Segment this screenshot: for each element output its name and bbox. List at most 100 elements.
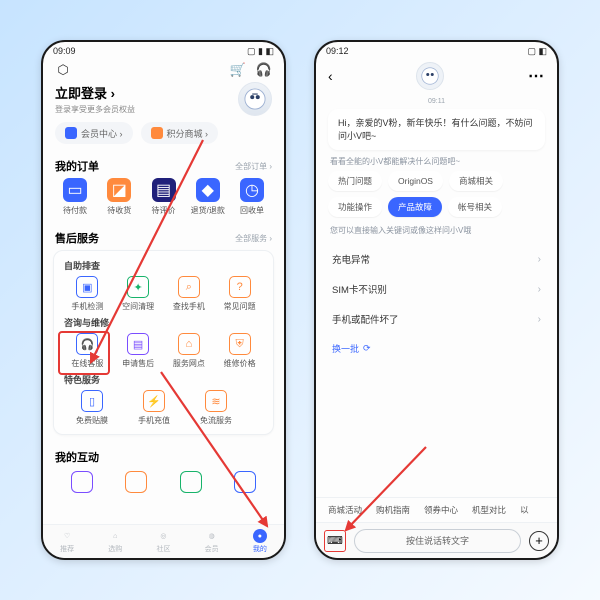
interact-item-4[interactable] xyxy=(234,471,256,493)
avatar[interactable] xyxy=(238,82,272,116)
pill-points-label: 积分商城 › xyxy=(167,127,209,140)
refresh-batch[interactable]: 换一批 ⟳ xyxy=(316,338,557,365)
interact-item-3[interactable] xyxy=(180,471,202,493)
orders-title: 我的订单 xyxy=(55,158,99,174)
self-check-detect[interactable]: ▣手机检测 xyxy=(63,276,111,312)
chip-mall[interactable]: 商城相关 xyxy=(449,171,503,191)
interact-item-1[interactable] xyxy=(71,471,93,493)
headset-support-icon: 🎧 xyxy=(76,333,98,355)
refund-icon: ◆ xyxy=(196,178,220,202)
tab-member[interactable]: ◍会员 xyxy=(205,529,219,554)
orders-item-review[interactable]: ▤待评价 xyxy=(144,178,184,216)
chat-timestamp: 09:11 xyxy=(316,98,557,105)
more-menu[interactable]: ⋯ xyxy=(528,66,545,86)
status-time: 09:09 xyxy=(53,46,76,56)
keyboard-icon: ⌨ xyxy=(327,534,343,547)
tab-bar: ♡推荐 ⌂选购 ◎社区 ◍会员 ●我的 xyxy=(43,524,284,558)
tab-community[interactable]: ◎社区 xyxy=(156,529,170,554)
tab-mine[interactable]: ●我的 xyxy=(253,529,267,554)
settings-hex-icon[interactable]: ⬡ xyxy=(55,62,71,78)
keyboard-toggle-button[interactable]: ⌨ xyxy=(324,530,346,552)
form-icon: ▤ xyxy=(127,333,149,355)
self-check-title: 自助排查 xyxy=(64,259,265,272)
topic-more[interactable]: 以 xyxy=(520,504,529,516)
phone-right: 09:12 ▢ ◧ ‹ ⋯ 09:11 Hi，亲爱的V粉，新年快乐！有什么问题，… xyxy=(314,40,559,560)
pill-member-center[interactable]: 会员中心 › xyxy=(55,122,133,144)
consult-online-service[interactable]: 🎧在线客服 xyxy=(63,333,111,369)
topic-activity[interactable]: 商城活动 xyxy=(328,504,362,516)
special-film[interactable]: ▯免费贴膜 xyxy=(68,390,116,426)
bot-avatar xyxy=(416,62,444,90)
interact-row xyxy=(43,469,284,497)
orders-item-pay[interactable]: ▭待付款 xyxy=(55,178,95,216)
box-icon: ◪ xyxy=(107,178,131,202)
status-time-2: 09:12 xyxy=(326,46,349,56)
special-dataflow[interactable]: ≋免流服务 xyxy=(192,390,240,426)
self-check-faq[interactable]: ?常见问题 xyxy=(216,276,264,312)
topic-compare[interactable]: 机型对比 xyxy=(472,504,506,516)
status-bar-2: 09:12 ▢ ◧ xyxy=(316,42,557,60)
chip-hot[interactable]: 热门问题 xyxy=(328,171,382,191)
aftersale-card: 自助排查 ▣手机检测 ✦空间清理 ⌕查找手机 ?常见问题 咨询与维修 🎧在线客服… xyxy=(53,250,274,435)
chevron-right-icon: › xyxy=(538,284,541,295)
topic-guide[interactable]: 购机指南 xyxy=(376,504,410,516)
status-indicators: ▢ ▮ ◧ xyxy=(247,46,274,57)
cart-icon[interactable]: 🛒 xyxy=(230,62,246,78)
keyword-hint: 您可以直接输入关键词或像这样问小V哦 xyxy=(316,225,557,240)
voice-input-button[interactable]: 按住说话转文字 xyxy=(354,529,521,553)
pill-points-mall[interactable]: 积分商城 › xyxy=(141,122,219,144)
greeting-bubble: Hi，亲爱的V粉，新年快乐！有什么问题，不妨问问小V吧~ xyxy=(328,109,545,150)
login-title[interactable]: 立即登录 › xyxy=(55,83,135,102)
chat-icon: ▤ xyxy=(152,178,176,202)
headset-icon[interactable]: 🎧 xyxy=(256,62,272,78)
special-title: 特色服务 xyxy=(64,373,265,386)
search-phone-icon: ⌕ xyxy=(178,276,200,298)
self-check-find[interactable]: ⌕查找手机 xyxy=(165,276,213,312)
consult-price[interactable]: ⛨维修价格 xyxy=(216,333,264,369)
back-button[interactable]: ‹ xyxy=(328,68,333,84)
chip-originos[interactable]: OriginOS xyxy=(388,171,443,191)
self-check-clean[interactable]: ✦空间清理 xyxy=(114,276,162,312)
consult-title: 咨询与维修 xyxy=(64,316,265,329)
chip-account[interactable]: 帐号相关 xyxy=(448,197,502,217)
plus-icon: + xyxy=(535,533,543,548)
interact-item-2[interactable] xyxy=(125,471,147,493)
qa-sim[interactable]: SIM卡不识别› xyxy=(328,274,545,304)
diamond-icon xyxy=(65,127,77,139)
orders-item-receive[interactable]: ◪待收货 xyxy=(99,178,139,216)
aftersale-more[interactable]: 全部服务 › xyxy=(235,233,272,244)
chat-input-bar: ⌨ 按住说话转文字 + xyxy=(316,522,557,558)
chip-function[interactable]: 功能操作 xyxy=(328,197,382,217)
orders-grid: ▭待付款 ◪待收货 ▤待评价 ◆退货/退款 ◷回收单 xyxy=(43,178,284,224)
orders-more[interactable]: 全部订单 › xyxy=(235,161,272,172)
coin-icon xyxy=(151,127,163,139)
category-chips: 热门问题 OriginOS 商城相关 功能操作 产品故障 帐号相关 xyxy=(316,171,557,221)
consult-stores[interactable]: ⌂服务网点 xyxy=(165,333,213,369)
orders-item-recycle[interactable]: ◷回收单 xyxy=(232,178,272,216)
topic-coupon[interactable]: 领券中心 xyxy=(424,504,458,516)
broom-icon: ✦ xyxy=(127,276,149,298)
film-icon: ▯ xyxy=(81,390,103,412)
plus-button[interactable]: + xyxy=(529,531,549,551)
tab-shop[interactable]: ⌂选购 xyxy=(108,529,122,554)
phone-left: 09:09 ▢ ▮ ◧ ⬡ 🛒 🎧 立即登录 › 登录享受更多会员权益 会员中心… xyxy=(41,40,286,560)
question-icon: ? xyxy=(229,276,251,298)
qa-list: 充电异常› SIM卡不识别› 手机或配件坏了› xyxy=(316,240,557,338)
tab-recommend[interactable]: ♡推荐 xyxy=(60,529,74,554)
location-icon: ⌂ xyxy=(178,333,200,355)
chip-fault[interactable]: 产品故障 xyxy=(388,197,442,217)
phone-check-icon: ▣ xyxy=(76,276,98,298)
orders-item-refund[interactable]: ◆退货/退款 xyxy=(188,178,228,216)
refresh-icon: ⟳ xyxy=(363,343,371,354)
login-subtitle: 登录享受更多会员权益 xyxy=(55,104,135,115)
special-recharge[interactable]: ⚡手机充值 xyxy=(130,390,178,426)
topic-shortcuts: 商城活动 购机指南 领券中心 机型对比 以 xyxy=(316,497,557,522)
pill-member-label: 会员中心 › xyxy=(81,127,123,140)
qa-charging[interactable]: 充电异常› xyxy=(328,244,545,274)
status-bar: 09:09 ▢ ▮ ◧ xyxy=(43,42,284,60)
qa-broken[interactable]: 手机或配件坏了› xyxy=(328,304,545,334)
category-hint: 看看全能的小V都能解决什么问题吧~ xyxy=(316,156,557,171)
wallet-icon: ▭ xyxy=(63,178,87,202)
chevron-right-icon: › xyxy=(538,314,541,325)
consult-apply[interactable]: ▤申请售后 xyxy=(114,333,162,369)
